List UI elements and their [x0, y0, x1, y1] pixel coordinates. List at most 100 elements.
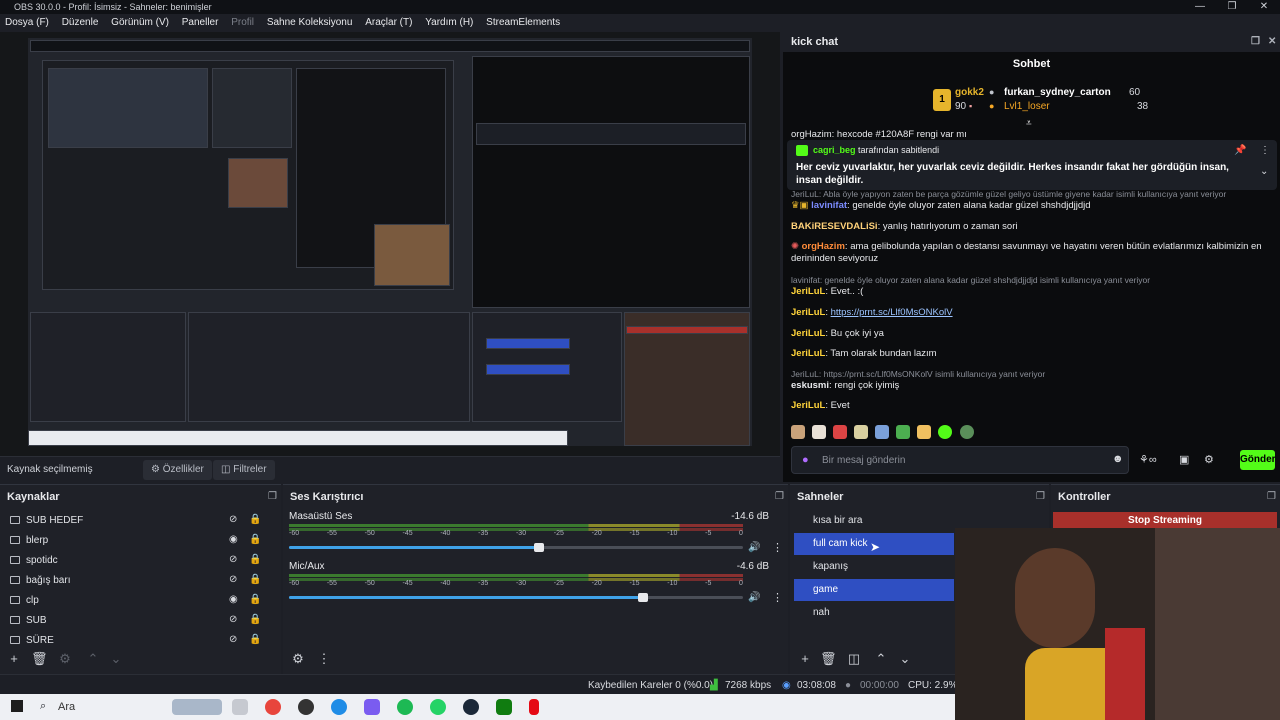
- emote-icon[interactable]: [959, 425, 974, 439]
- volume-knob[interactable]: [638, 593, 649, 602]
- send-button[interactable]: Gönder: [1240, 450, 1276, 470]
- more-options-icon[interactable]: ⋮: [1260, 145, 1270, 156]
- netflix-icon[interactable]: [529, 699, 539, 715]
- source-item[interactable]: blerp ◉ 🔒: [0, 531, 274, 551]
- record-time: 00:00:00: [860, 680, 899, 691]
- minimize-button[interactable]: —: [1184, 0, 1216, 14]
- stop-streaming-button[interactable]: Stop Streaming: [1053, 512, 1277, 529]
- task-view-icon[interactable]: [232, 699, 248, 715]
- lock-icon[interactable]: 🔒: [249, 574, 261, 585]
- advanced-audio-icon[interactable]: ⚙: [291, 651, 305, 667]
- scene-item[interactable]: kısa bir ara: [794, 510, 954, 532]
- eye-off-icon[interactable]: ⊘: [229, 614, 237, 625]
- menu-profile[interactable]: Profil: [226, 14, 259, 28]
- channel-menu-icon[interactable]: ⋮: [772, 541, 783, 554]
- lock-icon[interactable]: 🔒: [249, 534, 261, 545]
- eye-off-icon[interactable]: ⊘: [229, 574, 237, 585]
- emote-icon[interactable]: [791, 425, 805, 439]
- source-item[interactable]: spotidc ⊘ 🔒: [0, 551, 274, 571]
- undock-icon[interactable]: ❐: [1036, 491, 1045, 502]
- emote-icon[interactable]: [917, 425, 932, 439]
- menu-edit[interactable]: Düzenle: [57, 14, 104, 28]
- emote-icon[interactable]: [812, 425, 827, 439]
- source-item[interactable]: SUB HEDEF ⊘ 🔒: [0, 511, 274, 531]
- steam-icon[interactable]: [463, 699, 479, 715]
- maximize-button[interactable]: ❐: [1216, 0, 1248, 14]
- spotify-icon[interactable]: [397, 699, 413, 715]
- source-item[interactable]: bağış barı ⊘ 🔒: [0, 571, 274, 591]
- settings-icon[interactable]: ⚙: [1204, 453, 1214, 466]
- source-item[interactable]: SÜRE ⊘ 🔒: [0, 631, 274, 651]
- chat-link[interactable]: https://prnt.sc/Llf0MsONKolV: [831, 307, 953, 318]
- undock-icon[interactable]: ❐: [268, 491, 277, 502]
- add-source-icon[interactable]: +: [7, 651, 21, 666]
- scene-filters-icon[interactable]: ◫: [847, 651, 861, 667]
- move-up-icon[interactable]: ⌃: [86, 651, 100, 667]
- eye-off-icon[interactable]: ⊘: [229, 514, 237, 525]
- eye-off-icon[interactable]: ⊘: [229, 634, 237, 645]
- speaker-icon[interactable]: 🔊: [748, 592, 760, 603]
- remove-scene-icon[interactable]: 🗑: [820, 651, 837, 667]
- mixer-menu-icon[interactable]: ⋮: [317, 651, 331, 667]
- chat-input[interactable]: ● Bir mesaj gönderin ☻: [791, 446, 1129, 474]
- lock-icon[interactable]: 🔒: [249, 554, 261, 565]
- remove-source-icon[interactable]: 🗑: [31, 651, 48, 667]
- volume-slider[interactable]: [289, 593, 743, 602]
- edge-icon[interactable]: [331, 699, 347, 715]
- expand-chevron-icon[interactable]: ⩡: [1026, 118, 1032, 129]
- add-scene-icon[interactable]: +: [798, 651, 812, 666]
- scene-up-icon[interactable]: ⌃: [874, 651, 888, 667]
- scene-item[interactable]: game: [794, 579, 954, 601]
- emoji-icon[interactable]: ☻: [1112, 453, 1124, 465]
- source-properties-icon[interactable]: ⚙: [58, 651, 72, 667]
- menu-docks[interactable]: Paneller: [177, 14, 224, 28]
- windows-start-icon[interactable]: [11, 700, 23, 712]
- scene-item[interactable]: nah: [794, 602, 954, 624]
- emote-icon[interactable]: [854, 425, 869, 439]
- menu-help[interactable]: Yardım (H): [420, 14, 478, 28]
- emote-icon[interactable]: [833, 425, 848, 439]
- lock-icon[interactable]: 🔒: [249, 514, 261, 525]
- emote-icon[interactable]: [938, 425, 953, 439]
- community-icon[interactable]: ⚘∞: [1139, 453, 1157, 466]
- undock-icon[interactable]: ❐: [1251, 36, 1260, 47]
- lock-icon[interactable]: 🔒: [249, 634, 261, 645]
- xbox-icon[interactable]: [496, 699, 512, 715]
- gift-box-icon[interactable]: ▣: [1179, 453, 1189, 466]
- menu-file[interactable]: Dosya (F): [0, 14, 54, 28]
- microphone-icon[interactable]: ●: [802, 454, 809, 466]
- volume-knob[interactable]: [533, 543, 544, 552]
- menu-tools[interactable]: Araçlar (T): [360, 14, 417, 28]
- lock-icon[interactable]: 🔒: [249, 614, 261, 625]
- properties-button[interactable]: ⚙ Özellikler: [143, 460, 212, 480]
- taskbar-search[interactable]: Ara: [58, 701, 75, 713]
- whatsapp-icon[interactable]: [430, 699, 446, 715]
- undock-icon[interactable]: ❐: [775, 491, 784, 502]
- close-dock-icon[interactable]: ✕: [1268, 36, 1276, 47]
- menu-streamelements[interactable]: StreamElements: [481, 14, 565, 28]
- discord-icon[interactable]: [364, 699, 380, 715]
- menu-scene-collection[interactable]: Sahne Koleksiyonu: [262, 14, 358, 28]
- source-item[interactable]: SUB ⊘ 🔒: [0, 611, 274, 631]
- move-down-icon[interactable]: ⌄: [109, 651, 123, 667]
- emote-icon[interactable]: [875, 425, 890, 439]
- collapse-chevron-icon[interactable]: ⌄: [1260, 166, 1268, 177]
- pin-icon[interactable]: 📌: [1234, 145, 1246, 156]
- scene-item[interactable]: kapanış: [794, 556, 954, 578]
- menu-view[interactable]: Görünüm (V): [106, 14, 174, 28]
- speaker-icon[interactable]: 🔊: [748, 542, 760, 553]
- volume-slider[interactable]: [289, 543, 743, 552]
- scene-down-icon[interactable]: ⌄: [898, 651, 912, 667]
- source-item[interactable]: clp ◉ 🔒: [0, 591, 274, 611]
- chrome-icon[interactable]: [265, 699, 281, 715]
- lock-icon[interactable]: 🔒: [249, 594, 261, 605]
- eye-icon[interactable]: ◉: [229, 594, 238, 605]
- eye-icon[interactable]: ◉: [229, 534, 238, 545]
- obs-icon[interactable]: [298, 699, 314, 715]
- close-button[interactable]: ✕: [1248, 0, 1280, 14]
- channel-menu-icon[interactable]: ⋮: [772, 591, 783, 604]
- eye-off-icon[interactable]: ⊘: [229, 554, 237, 565]
- filters-button[interactable]: ◫ Filtreler: [213, 460, 275, 480]
- undock-icon[interactable]: ❐: [1267, 491, 1276, 502]
- emote-icon[interactable]: [896, 425, 911, 439]
